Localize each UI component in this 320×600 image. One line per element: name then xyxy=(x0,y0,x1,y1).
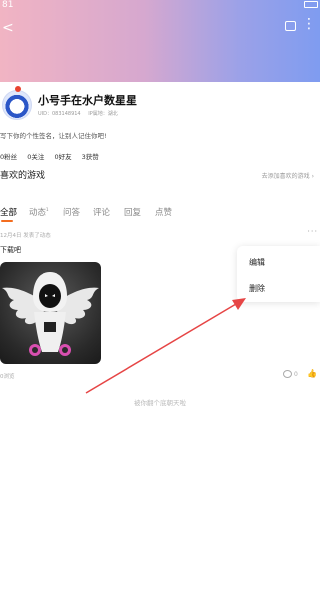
add-favorite-label: 去添加喜欢的游戏 xyxy=(261,173,310,180)
active-tab-indicator xyxy=(1,220,13,222)
profile-stats: 0粉丝 0关注 0好友 3获赞 xyxy=(0,151,107,161)
edit-menu-item[interactable]: 编辑 xyxy=(249,257,265,268)
tab-posts-label: 动态 xyxy=(29,208,47,218)
post-options-menu: 编辑 删除 xyxy=(237,246,320,302)
comment-icon[interactable] xyxy=(283,370,292,378)
chevron-right-icon: › xyxy=(311,173,314,180)
back-icon[interactable]: < xyxy=(2,20,14,36)
username: 小号手在水户数星星 xyxy=(38,94,137,107)
end-of-list-text: 被你翻个底朝天啦 xyxy=(134,399,186,407)
tab-all[interactable]: 全部 xyxy=(0,206,17,218)
tab-qa[interactable]: 问答 xyxy=(63,206,80,218)
followers-stat[interactable]: 0粉丝 xyxy=(0,153,17,161)
post-date: 12月4日 发表了动态 xyxy=(0,233,51,239)
post-more-icon[interactable]: ··· xyxy=(307,227,318,236)
delete-menu-item[interactable]: 删除 xyxy=(249,283,265,294)
profile-header-background xyxy=(0,0,320,82)
winged-hooded-figure-image xyxy=(2,272,99,356)
more-icon[interactable]: ⋮ xyxy=(302,16,316,32)
friends-stat[interactable]: 0好友 xyxy=(54,153,71,161)
tab-comments[interactable]: 评论 xyxy=(93,206,110,218)
following-stat[interactable]: 0关注 xyxy=(27,153,44,161)
content-tabs: 全部 动态1 问答 评论 回复 点赞 xyxy=(0,206,320,222)
message-icon[interactable] xyxy=(285,21,296,31)
user-meta: UID：083148914 IP属地：湖北 xyxy=(38,110,124,117)
tab-posts[interactable]: 动态1 xyxy=(29,206,49,218)
favorite-games-title: 喜欢的游戏 xyxy=(0,171,46,181)
ip-location: IP属地：湖北 xyxy=(88,111,118,117)
tab-likes[interactable]: 点赞 xyxy=(155,206,172,218)
like-icon[interactable]: 👍 xyxy=(307,369,317,378)
uid-text: UID：083148914 xyxy=(38,111,81,117)
tab-posts-count: 1 xyxy=(46,207,49,213)
likes-stat: 3获赞 xyxy=(81,153,99,161)
view-count: 0浏览 xyxy=(0,374,15,380)
post-image[interactable] xyxy=(0,262,101,364)
battery-icon xyxy=(304,1,318,8)
post-text[interactable]: 下载吧 xyxy=(0,245,21,255)
avatar[interactable] xyxy=(2,90,32,120)
comment-count: 0 xyxy=(294,371,298,378)
status-time: 81 xyxy=(2,0,14,10)
tab-replies[interactable]: 回复 xyxy=(124,206,141,218)
signature[interactable]: 写下你的个性签名，让别人记住你吧! xyxy=(0,130,107,140)
avatar-decoration xyxy=(15,86,21,92)
add-favorite-games-link[interactable]: 去添加喜欢的游戏 › xyxy=(262,171,314,180)
